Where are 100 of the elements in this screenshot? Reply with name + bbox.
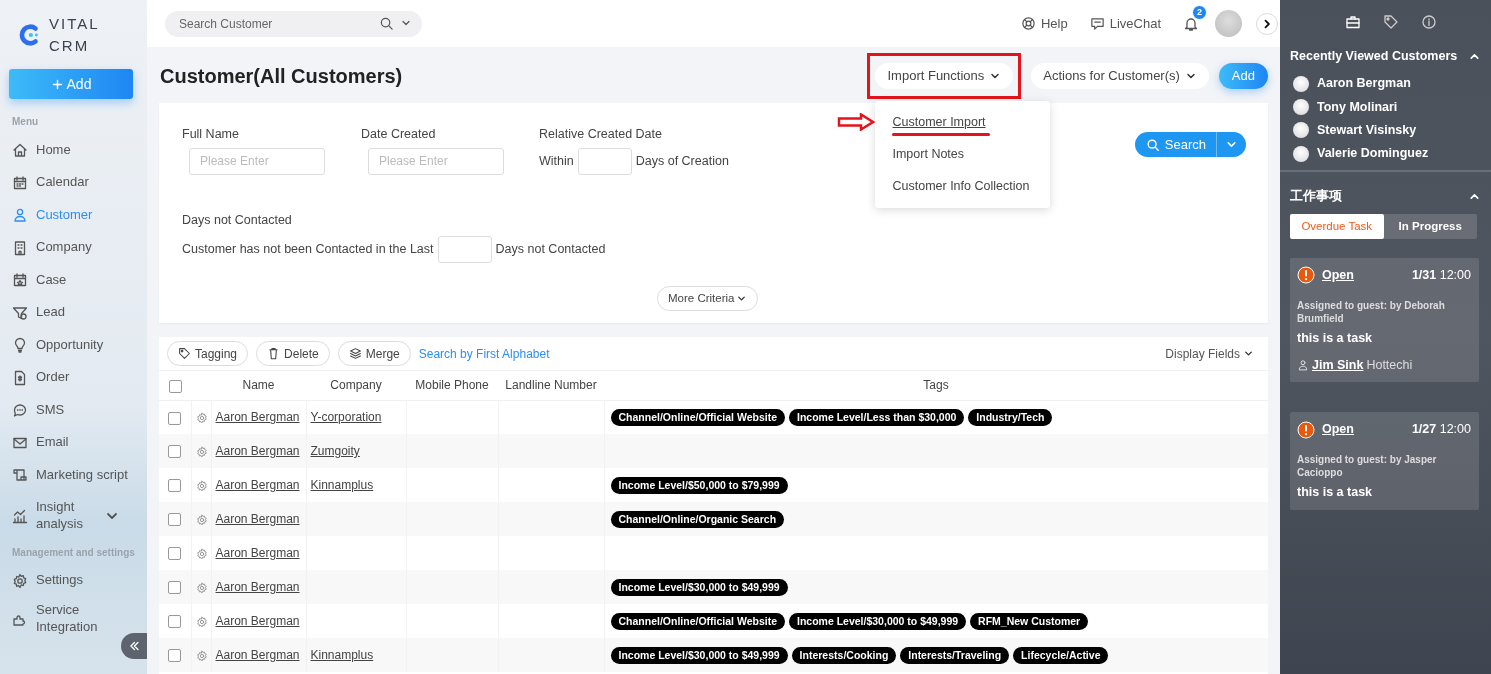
column-header: Landline Number — [505, 378, 597, 393]
menu-item[interactable]: Insight analysis — [9, 491, 138, 540]
task-status-link[interactable]: Open — [1322, 266, 1354, 285]
menu-item[interactable]: Order — [9, 361, 138, 394]
menu-item[interactable]: Settings — [9, 564, 138, 597]
calendar-icon — [12, 174, 28, 191]
notification-count: 2 — [1192, 4, 1207, 20]
display-fields-button[interactable]: Display Fields — [1165, 344, 1260, 363]
plus-icon — [50, 77, 64, 91]
menu-item[interactable]: Lead — [9, 296, 138, 329]
company-link[interactable]: Kinnamplus — [310, 478, 374, 492]
dropdown-button[interactable]: Actions for Customer(s) — [1031, 63, 1209, 89]
section-title: 工作事项 — [1290, 187, 1343, 205]
settings-icon — [195, 649, 208, 662]
panel-toggle-button[interactable] — [1256, 12, 1278, 35]
customer-name-link[interactable]: Aaron Bergman — [215, 546, 300, 560]
menu-item[interactable]: Customer Import — [875, 107, 1051, 139]
task-tab[interactable]: In Progress — [1383, 214, 1477, 239]
chart-icon — [12, 507, 28, 524]
top-link[interactable]: Help — [1020, 13, 1068, 34]
page-title: Customer(All Customers) — [159, 64, 404, 88]
task-date: 1/27 12:00 — [1411, 421, 1471, 439]
building-icon — [12, 239, 28, 256]
menu-item[interactable]: Case — [9, 264, 138, 297]
menu-item[interactable]: Service Integration — [9, 597, 112, 641]
search-icon — [1145, 137, 1160, 152]
top-link[interactable]: LiveChat — [1089, 13, 1161, 34]
collapse-button[interactable] — [121, 633, 147, 659]
row-checkbox[interactable] — [168, 411, 182, 425]
field-label: Date Created — [361, 126, 437, 143]
calendar-star-icon — [12, 272, 28, 289]
search-options-button[interactable] — [1217, 132, 1246, 157]
toolbar-button[interactable]: Merge — [337, 341, 411, 366]
person-icon — [12, 207, 28, 224]
menu-item[interactable]: Import Notes — [875, 138, 1051, 171]
row-checkbox[interactable] — [168, 547, 182, 561]
section-title: Recently Viewed Customers — [1290, 47, 1459, 65]
tag: Interests/Cooking — [791, 647, 897, 664]
settings-icon — [195, 445, 208, 458]
more-criteria-button[interactable]: More Criteria — [657, 286, 759, 311]
tag: Channel/Online/Official Website — [610, 409, 785, 427]
tag: Industry/Tech — [968, 409, 1053, 427]
column-header: Tags — [923, 378, 949, 393]
tag: Income Level/$30,000 to $49,999 — [610, 579, 788, 596]
menu-item[interactable]: SMS — [9, 394, 138, 427]
alphabet-search-link[interactable]: Search by First Alphabet — [418, 344, 550, 363]
menu-item[interactable]: Marketing script — [9, 459, 138, 492]
tag: Income Level/$30,000 to $49,999 — [610, 647, 788, 664]
row-checkbox[interactable] — [168, 445, 182, 459]
company-link[interactable]: Y-corporation — [310, 410, 382, 425]
task-date: 1/31 12:00 — [1411, 267, 1471, 284]
chat-bubble-icon — [1089, 16, 1105, 31]
dropdown-button[interactable]: Import Functions — [875, 63, 1014, 89]
menu-item[interactable]: Calendar — [9, 166, 138, 199]
settings-icon — [195, 479, 208, 492]
section-heading: Menu — [12, 115, 40, 128]
menu-item[interactable]: Email — [9, 426, 138, 459]
select-all-checkbox[interactable] — [168, 379, 182, 393]
row-checkbox[interactable] — [168, 581, 182, 595]
task-status-link[interactable]: Open — [1322, 420, 1354, 439]
user-avatar[interactable] — [1215, 10, 1242, 37]
text-field[interactable]: Please Enter — [368, 147, 504, 175]
task-assignment: Assigned to guest: by Jasper Cacioppo — [1297, 453, 1438, 479]
recent-customer[interactable]: Stewart Visinsky — [1293, 118, 1479, 143]
briefcase-icon — [1344, 14, 1361, 30]
menu-item[interactable]: Company — [9, 231, 138, 264]
home-icon — [12, 142, 28, 159]
chat-bubble-icon — [12, 402, 28, 419]
task-tab[interactable]: Overdue Task — [1290, 214, 1384, 239]
task-description: this is a task — [1297, 329, 1374, 347]
toolbar-button[interactable]: Delete — [256, 341, 330, 366]
recent-customer[interactable]: Tony Molinari — [1293, 95, 1479, 119]
toolbar-button[interactable]: Tagging — [167, 341, 249, 366]
menu-item[interactable]: Opportunity — [9, 329, 138, 362]
search-field[interactable]: Search Customer — [165, 10, 422, 37]
number-field[interactable] — [577, 147, 632, 175]
customer-name-link[interactable]: Aaron Bergman — [215, 614, 300, 628]
row-checkbox[interactable] — [168, 479, 182, 493]
recent-customer[interactable]: Aaron Bergman — [1293, 72, 1479, 96]
task-assignment: Assigned to guest: by Deborah Brumfield — [1297, 298, 1446, 325]
task-description: this is a task — [1297, 484, 1374, 501]
customer-name-link[interactable]: Aaron Bergman — [215, 410, 300, 425]
customer-name-link[interactable]: Aaron Bergman — [215, 478, 300, 492]
row-checkbox[interactable] — [168, 615, 182, 629]
row-checkbox[interactable] — [168, 649, 182, 663]
contact-link[interactable]: Jim Sink — [1312, 355, 1364, 375]
text-field[interactable]: Please Enter — [189, 147, 325, 175]
menu-item[interactable]: Customer Info Collection — [875, 170, 1051, 203]
field-suffix: Days not Contacted — [495, 240, 606, 258]
menu-item[interactable]: Home — [9, 134, 138, 167]
settings-icon — [195, 581, 208, 594]
field-label: Full Name — [182, 126, 240, 143]
lightbulb-icon — [12, 337, 28, 354]
row-checkbox[interactable] — [168, 513, 182, 527]
field-label: Relative Created Date — [539, 126, 663, 143]
recent-customer[interactable]: Valerie Dominguez — [1293, 142, 1479, 166]
search-icon — [379, 15, 394, 31]
settings-icon — [195, 547, 208, 560]
number-field[interactable] — [437, 235, 492, 263]
info-icon — [1420, 14, 1437, 30]
